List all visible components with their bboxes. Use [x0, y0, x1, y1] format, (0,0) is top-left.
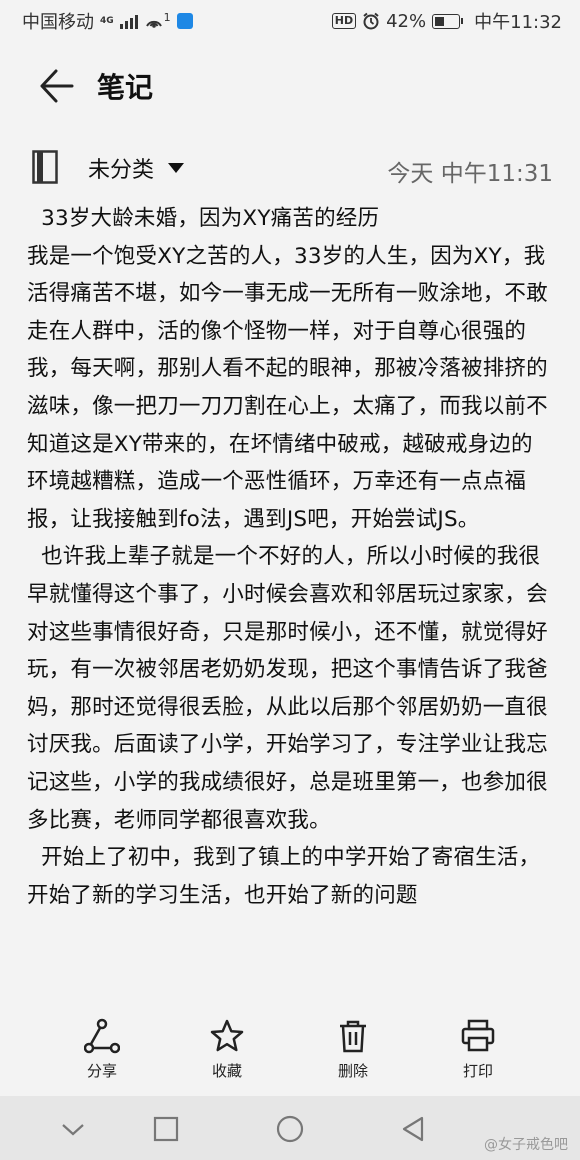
print-label: 打印 [462, 1062, 493, 1080]
note-paragraph: 33岁大龄未婚，因为XY痛苦的经历 我是一个饱受XY之苦的人，33岁的人生，因为… [27, 206, 548, 532]
nav-home-button[interactable] [273, 1112, 307, 1146]
share-button[interactable]: 分享 [62, 1018, 142, 1088]
delete-button[interactable]: 删除 [313, 1018, 393, 1088]
note-content[interactable]: 33岁大龄未婚，因为XY痛苦的经历 我是一个饱受XY之苦的人，33岁的人生，因为… [0, 200, 580, 1000]
category-dropdown[interactable]: 未分类 [88, 152, 185, 184]
alarm-icon [363, 12, 379, 30]
square-icon [153, 1116, 179, 1142]
note-paragraph: 也许我上辈子就是一个不好的人，所以小时候的我很早就懂得这个事了，小时候会喜欢和邻… [27, 544, 548, 833]
status-bar: 中国移动 4G 1 HD 42% 中午11:32 [0, 0, 580, 38]
watermark: @女子戒色吧 [484, 1137, 568, 1153]
note-paragraph: 开始上了初中，我到了镇上的中学开始了寄宿生活，开始了新的学习生活，也开始了新的问… [27, 845, 541, 908]
category-label: 未分类 [88, 158, 155, 183]
triangle-back-icon [402, 1116, 424, 1142]
chevron-down-icon [62, 1124, 84, 1136]
share-icon [84, 1018, 120, 1054]
nav-collapse-button[interactable] [56, 1112, 90, 1146]
back-button[interactable] [36, 66, 76, 106]
printer-icon [461, 1019, 495, 1052]
note-timestamp: 今天 中午11:31 [387, 161, 553, 187]
arrow-left-icon [40, 69, 74, 103]
nav-recents-button[interactable] [149, 1112, 183, 1146]
status-left: 中国移动 4G 1 [22, 8, 193, 34]
circle-icon [276, 1115, 304, 1143]
note-meta-row: 未分类 今天 中午11:31 [0, 140, 580, 196]
system-nav-bar: @女子戒色吧 [0, 1096, 580, 1160]
notebook-icon [32, 150, 58, 184]
star-icon [210, 1019, 244, 1052]
delete-label: 删除 [337, 1062, 368, 1080]
hotspot-count: 1 [163, 10, 171, 24]
share-label: 分享 [86, 1062, 117, 1080]
favorite-button[interactable]: 收藏 [187, 1018, 267, 1088]
battery-percent: 42% [386, 10, 427, 32]
notification-bulb-icon [176, 13, 193, 29]
app-header: 笔记 [0, 40, 580, 130]
nav-back-button[interactable] [396, 1112, 430, 1146]
bottom-toolbar: 分享 收藏 删除 打印 [0, 1004, 580, 1096]
network-type: 4G [100, 15, 114, 26]
hotspot-icon [145, 20, 162, 28]
favorite-label: 收藏 [211, 1062, 242, 1080]
chevron-down-icon [168, 163, 185, 173]
trash-icon [340, 1020, 366, 1053]
battery-icon [432, 13, 464, 29]
carrier-name: 中国移动 [22, 12, 94, 33]
print-button[interactable]: 打印 [438, 1018, 518, 1088]
clock: 中午11:32 [474, 12, 562, 33]
status-right: HD 42% 中午11:32 [331, 8, 562, 34]
page-title: 笔记 [97, 71, 154, 104]
signal-icon [119, 13, 138, 29]
hd-icon: HD [331, 13, 357, 29]
